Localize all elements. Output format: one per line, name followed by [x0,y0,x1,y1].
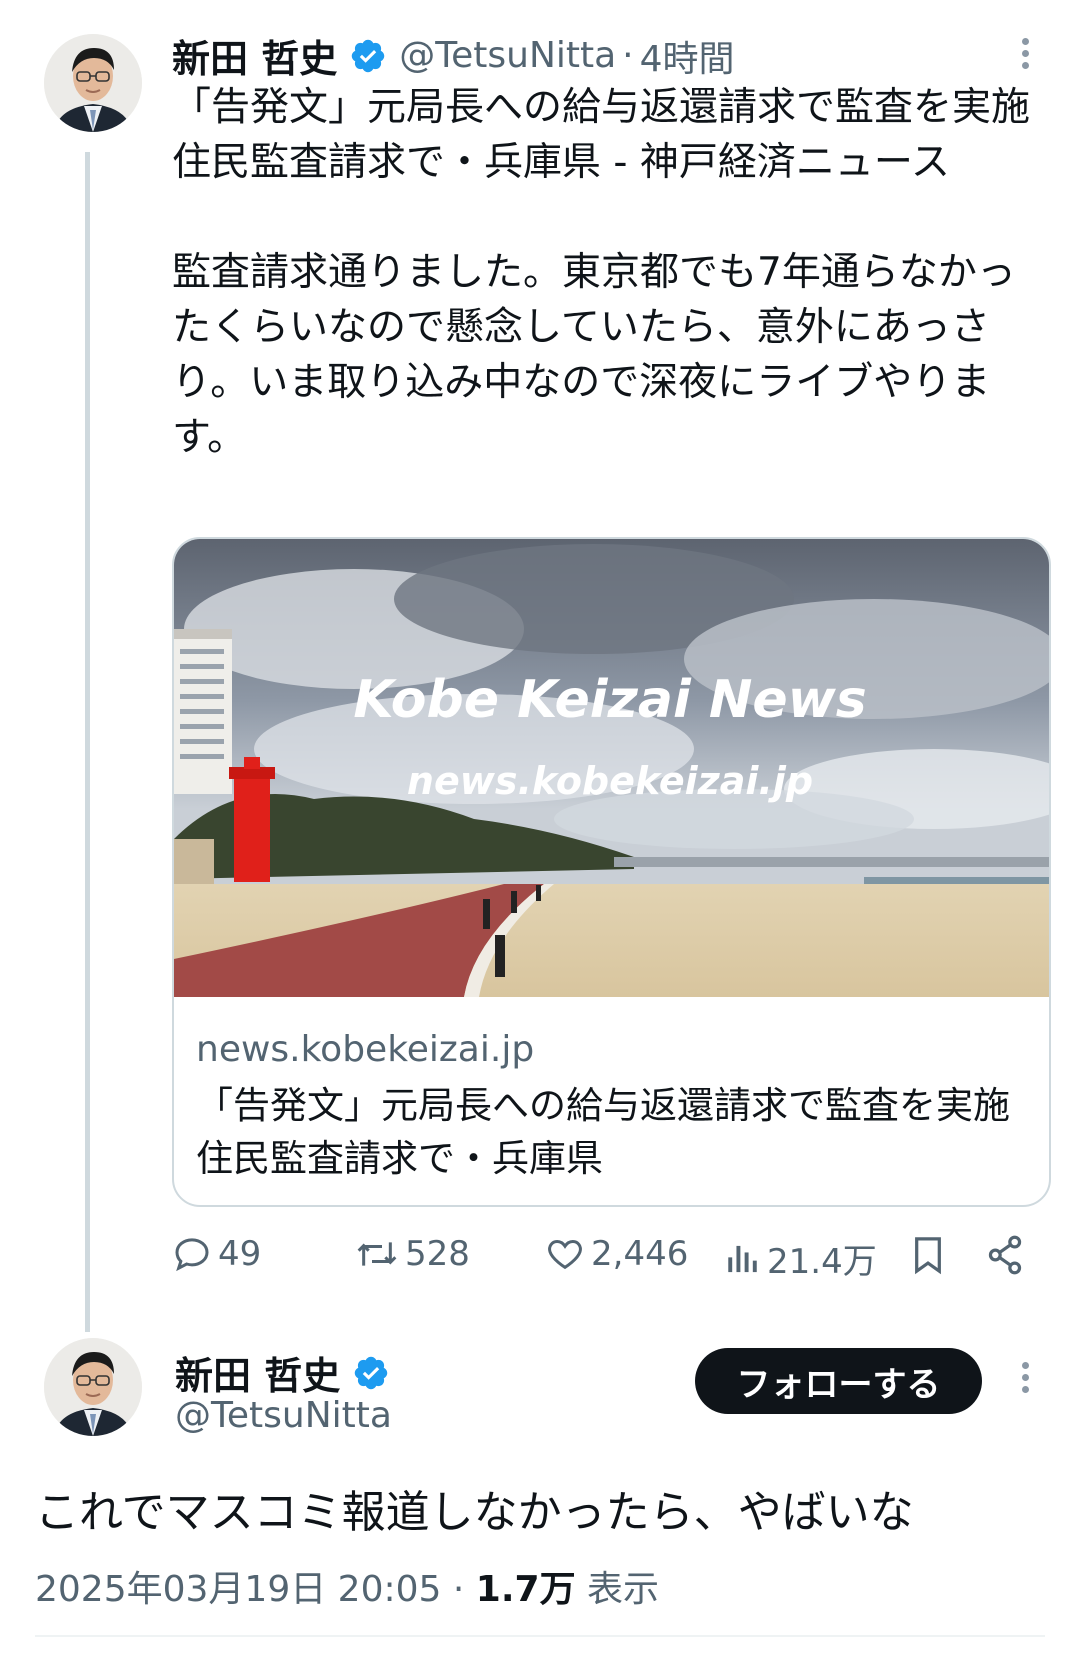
reply-views-label: 表示 [587,1569,660,1610]
retweet-button[interactable]: 528 [355,1234,470,1274]
like-button[interactable]: 2,446 [545,1234,688,1274]
verified-badge-icon [355,1356,388,1389]
card-image-title: Kobe Keizai News [353,670,866,730]
share-icon[interactable] [985,1234,1025,1280]
card-title: 「告発文」元局長への給与返還請求で監査を実施 住民監査請求で・兵庫県 [196,1084,1047,1180]
reply-author-handle[interactable]: @TetsuNitta [175,1395,392,1436]
card-image-subtitle: news.kobekeizai.jp [407,759,813,803]
follow-button[interactable]: フォローする [695,1348,982,1414]
reply-views-count: 1.7万 [475,1569,576,1610]
author-handle[interactable]: @TetsuNitta [399,35,616,76]
card-image: Kobe Keizai News news.kobekeizai.jp [174,539,1049,997]
reply-text: これでマスコミ報道しなかったら、やばいな [35,1487,914,1538]
card-domain: news.kobekeizai.jp [196,1029,535,1070]
bookmark-icon[interactable] [908,1234,948,1280]
divider [35,1635,1045,1637]
separator-dot: · [452,1569,465,1610]
heart-icon [548,1239,582,1270]
views-count: 21.4万 [767,1242,877,1282]
link-card[interactable]: Kobe Keizai News news.kobekeizai.jp news… [172,537,1051,1207]
reply-meta: 2025年03月19日 20:05 · 1.7万 表示 [35,1560,659,1612]
reply-author-avatar[interactable] [44,1338,142,1436]
verified-badge-icon [352,39,385,72]
tweet-header: 新田 哲史 @TetsuNitta · 4時間 [172,28,735,83]
more-options-icon[interactable] [1015,34,1035,78]
thread-line [85,152,90,1332]
views-button[interactable]: 21.4万 [725,1234,877,1283]
retweet-icon [357,1242,397,1266]
separator-dot: · [622,35,634,76]
reply-icon [175,1238,209,1272]
tweet-text: 「告発文」元局長への給与返還請求で監査を実施 住民監査請求で・兵庫県 - 神戸経… [172,85,1031,460]
author-name[interactable]: 新田 哲史 [172,28,337,83]
reply-count: 49 [218,1234,262,1274]
retweet-count: 528 [405,1234,470,1274]
analytics-icon [728,1245,757,1272]
reply-header: 新田 哲史 [175,1345,390,1400]
reply-more-options-icon[interactable] [1015,1358,1035,1402]
reply-author-name[interactable]: 新田 哲史 [175,1345,340,1400]
reply-date[interactable]: 2025年03月19日 20:05 [35,1569,441,1610]
like-count: 2,446 [591,1234,689,1274]
reply-button[interactable]: 49 [172,1234,261,1274]
tweet-time[interactable]: 4時間 [640,30,735,82]
author-avatar[interactable] [44,34,142,132]
